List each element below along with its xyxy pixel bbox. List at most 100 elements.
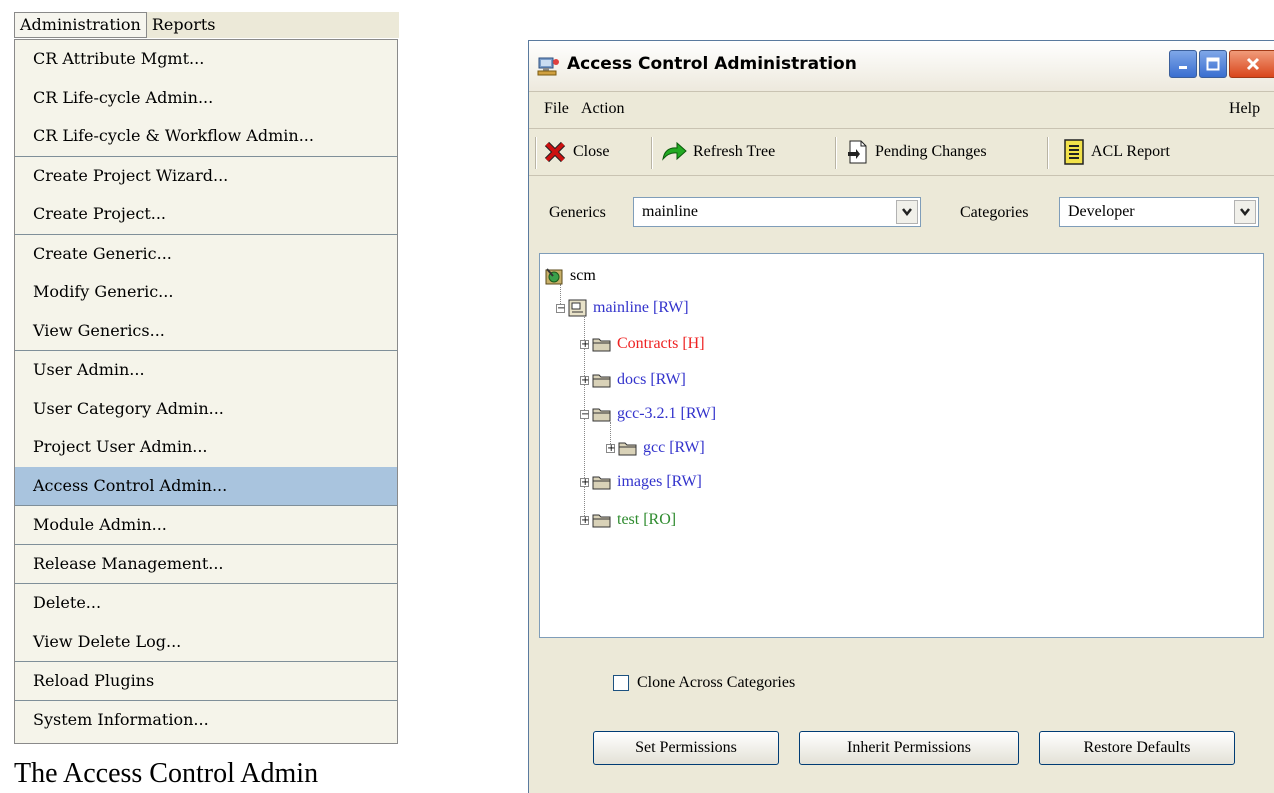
menu-help[interactable]: Help [1229,100,1260,118]
tree-node-docs[interactable]: + docs [RW] [580,368,686,392]
menu-group: Create Project Wizard... Create Project.… [15,157,397,235]
report-icon [1064,139,1084,165]
menu-file[interactable]: File [544,100,569,118]
menu-group: System Information... [15,701,397,739]
menu-reports[interactable]: Reports [147,13,221,37]
maximize-button[interactable] [1199,50,1227,78]
menu-item-access-control-admin[interactable]: Access Control Admin... [15,466,397,505]
window-title: Access Control Administration [567,54,857,74]
clone-across-categories[interactable]: Clone Across Categories [613,674,795,692]
menu-item-reload-plugins[interactable]: Reload Plugins [15,662,397,700]
chevron-down-icon[interactable] [896,200,918,224]
menu-item-cr-lifecycle-workflow-admin[interactable]: CR Life-cycle & Workflow Admin... [15,117,397,156]
window-menu-bar: File Action Help [529,92,1274,129]
expand-toggle[interactable]: + [580,339,589,349]
tree-node-test[interactable]: + test [RO] [580,508,676,532]
restore-defaults-button[interactable]: Restore Defaults [1039,731,1235,765]
menu-item-system-information[interactable]: System Information... [15,701,397,739]
tree-node-label: docs [RW] [617,371,686,388]
categories-label: Categories [960,204,1029,221]
maximize-icon [1206,57,1220,71]
menu-item-cr-lifecycle-admin[interactable]: CR Life-cycle Admin... [15,79,397,118]
document-caption: The Access Control Admin [14,758,319,789]
menu-item-user-admin[interactable]: User Admin... [15,351,397,390]
menu-item-release-management[interactable]: Release Management... [15,545,397,583]
menu-item-delete[interactable]: Delete... [15,584,397,623]
menu-group: Release Management... [15,545,397,584]
expand-toggle[interactable]: + [580,515,589,525]
menu-item-create-project-wizard[interactable]: Create Project Wizard... [15,157,397,196]
folder-icon [592,408,611,422]
tree-node-label: mainline [RW] [593,299,689,316]
clone-label: Clone Across Categories [637,674,796,691]
folder-icon [618,442,637,456]
tree-node-label: images [RW] [617,473,702,490]
title-bar[interactable]: Access Control Administration [529,41,1274,92]
refresh-tree-label: Refresh Tree [693,143,776,160]
menu-item-modify-generic[interactable]: Modify Generic... [15,273,397,312]
server-icon [545,268,563,285]
generics-value: mainline [642,203,698,220]
menu-item-module-admin[interactable]: Module Admin... [15,506,397,544]
collapse-toggle[interactable]: − [556,303,565,313]
generics-select[interactable]: mainline [633,197,921,227]
menu-group: User Admin... User Category Admin... Pro… [15,351,397,506]
minimize-icon [1179,66,1187,69]
expand-toggle[interactable]: + [580,477,589,487]
minimize-button[interactable] [1169,50,1197,78]
close-button-label: Close [573,143,610,160]
tree-node-gcc-321[interactable]: − gcc-3.2.1 [RW] [580,402,716,426]
refresh-tree-button[interactable]: Refresh Tree [661,137,775,167]
categories-value: Developer [1068,203,1135,220]
menu-action[interactable]: Action [581,100,625,118]
close-window-button[interactable] [1229,50,1274,78]
menu-item-create-generic[interactable]: Create Generic... [15,235,397,274]
menu-item-view-delete-log[interactable]: View Delete Log... [15,623,397,662]
menu-administration[interactable]: Administration [14,12,147,38]
menu-bar: Administration Reports [14,12,399,38]
menu-item-create-project[interactable]: Create Project... [15,195,397,234]
access-control-window: Access Control Administration File Actio… [528,40,1274,793]
menu-group: Delete... View Delete Log... [15,584,397,662]
tree-node-mainline[interactable]: − mainline [RW] [556,296,689,320]
menu-group: Create Generic... Modify Generic... View… [15,235,397,351]
tree-node-images[interactable]: + images [RW] [580,470,702,494]
close-icon [1246,57,1259,71]
set-permissions-button[interactable]: Set Permissions [593,731,779,765]
tree-node-gcc[interactable]: + gcc [RW] [606,436,705,460]
menu-group: CR Attribute Mgmt... CR Life-cycle Admin… [15,40,397,157]
clone-checkbox[interactable] [613,675,629,691]
menu-item-project-user-admin[interactable]: Project User Admin... [15,428,397,467]
acl-report-button[interactable]: ACL Report [1063,137,1170,167]
toolbar-separator [651,137,653,169]
inherit-permissions-button[interactable]: Inherit Permissions [799,731,1019,765]
close-button[interactable]: Close [543,137,609,167]
categories-select[interactable]: Developer [1059,197,1259,227]
app-icon [537,55,561,77]
generics-label: Generics [549,204,606,221]
tree-node-contracts[interactable]: + Contracts [H] [580,332,705,356]
expand-toggle[interactable]: + [580,375,589,385]
document-import-icon [848,140,867,164]
toolbar-separator [835,137,837,169]
toolbar-separator [1047,137,1049,169]
chevron-down-icon[interactable] [1234,200,1256,224]
folder-icon [592,338,611,352]
expand-toggle[interactable]: + [606,443,615,453]
pending-changes-label: Pending Changes [875,143,987,160]
menu-item-user-category-admin[interactable]: User Category Admin... [15,390,397,429]
x-icon [544,141,566,163]
menu-item-view-generics[interactable]: View Generics... [15,312,397,351]
access-tree[interactable]: scm − mainline [RW] + Contracts [H] + do… [539,253,1264,638]
menu-item-cr-attribute-mgmt[interactable]: CR Attribute Mgmt... [15,40,397,79]
refresh-arrow-icon [662,141,687,161]
tree-node-label: scm [570,267,596,284]
folder-icon [592,514,611,528]
toolbar-separator [535,137,537,169]
project-folder-icon [568,299,587,317]
tree-node-scm[interactable]: scm [544,264,596,288]
collapse-toggle[interactable]: − [580,409,589,419]
folder-icon [592,374,611,388]
acl-report-label: ACL Report [1091,143,1170,160]
pending-changes-button[interactable]: Pending Changes [845,137,987,167]
